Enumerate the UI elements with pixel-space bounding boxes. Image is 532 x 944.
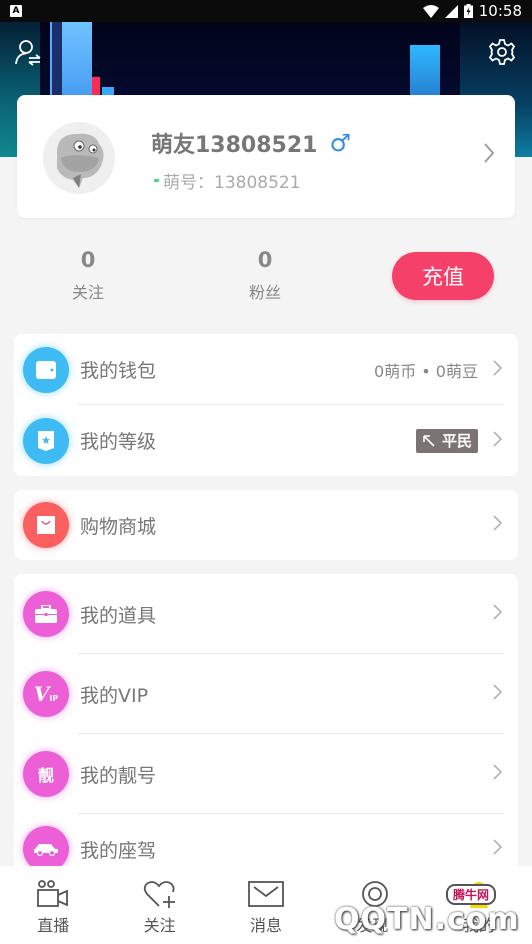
menu-item-wallet[interactable]: 我的钱包 0萌币 • 0萌豆 [14, 334, 518, 405]
nav-tab-live[interactable]: 直播 [0, 866, 106, 944]
level-badge: 平民 [415, 428, 478, 453]
bottom-nav: 直播 关注 消息 发现 我的 [0, 866, 532, 944]
nav-label: 发现 [356, 916, 389, 935]
notification-icon: A [10, 5, 22, 17]
menu-label: 我的钱包 [80, 360, 157, 382]
pretty-number-icon-text: 靓 [37, 766, 54, 785]
chevron-right-icon [493, 839, 503, 859]
chevron-right-icon [493, 430, 503, 451]
settings-button[interactable] [484, 34, 520, 70]
profile-icon [469, 882, 488, 908]
gear-icon [488, 39, 516, 65]
nav-label: 直播 [37, 916, 70, 935]
nav-label: 关注 [143, 916, 176, 935]
online-status-dot [154, 179, 159, 182]
wifi-icon [422, 4, 439, 18]
menu-label: 我的等级 [80, 431, 157, 453]
chevron-right-icon [483, 142, 495, 168]
wallet-icon [23, 346, 69, 393]
status-bar: A 10:58 [0, 0, 532, 22]
recharge-button[interactable]: 充值 [392, 252, 494, 300]
menu-item-shop[interactable]: 购物商城 [14, 490, 518, 560]
menu-item-level[interactable]: 我的等级 平民 [14, 405, 518, 476]
switch-account-button[interactable] [10, 34, 46, 70]
level-badge-icon [23, 417, 69, 464]
profile-card[interactable]: 萌友13808521 ♂ 萌号：13808521 [17, 95, 515, 218]
nav-label: 我的 [462, 916, 495, 935]
menu-label: 我的座驾 [80, 839, 157, 862]
fans-label: 粉丝 [248, 283, 281, 303]
menu-item-props[interactable]: 我的道具 [14, 574, 518, 654]
menu-label: 我的VIP [80, 684, 149, 707]
nav-tab-me[interactable]: 我的 [426, 866, 532, 944]
menu-label: 我的道具 [80, 604, 157, 627]
nav-tab-messages[interactable]: 消息 [213, 866, 319, 944]
shopping-bag-icon [23, 502, 69, 548]
avatar[interactable] [43, 122, 115, 194]
stats-row: 0 关注 0 粉丝 充值 [0, 248, 532, 308]
follow-count: 0 [80, 248, 96, 272]
menu-label: 我的靓号 [80, 764, 157, 787]
battery-charging-icon [463, 4, 473, 18]
fans-stat[interactable]: 0 粉丝 [220, 248, 310, 303]
discover-icon [362, 881, 389, 907]
vip-icon-letter: V [33, 682, 50, 706]
chevron-right-icon [493, 359, 503, 380]
menu-label: 购物商城 [80, 515, 157, 538]
wallet-balance: 0萌币 • 0萌豆 [374, 361, 478, 381]
follow-label: 关注 [71, 283, 104, 303]
menu-item-pretty-number[interactable]: 靓 我的靓号 [14, 734, 518, 814]
pretty-number-icon: 靓 [23, 751, 69, 797]
menu-group-shop: 购物商城 [14, 490, 518, 560]
male-gender-icon: ♂ [329, 129, 351, 157]
envelope-icon [248, 881, 284, 907]
pickaxe-icon [423, 434, 435, 447]
cellular-signal-icon [444, 4, 458, 18]
level-badge-wrap: 平民 [415, 428, 478, 453]
user-id: 萌号：13808521 [163, 173, 301, 193]
heart-plus-icon [143, 881, 175, 908]
chevron-right-icon [493, 764, 503, 784]
chevron-right-icon [493, 515, 503, 535]
menu-group-account: 我的钱包 0萌币 • 0萌豆 我的等级 平民 [14, 334, 518, 476]
hippo-avatar-icon [43, 122, 115, 194]
level-name: 平民 [441, 432, 472, 450]
menu-item-vip[interactable]: V IP 我的VIP [14, 654, 518, 734]
menu-group-items: 我的道具 V IP 我的VIP 靓 我的靓号 我的座驾 [14, 574, 518, 884]
clock: 10:58 [478, 2, 522, 20]
nav-tab-discover[interactable]: 发现 [319, 866, 425, 944]
vip-icon: V IP [23, 671, 69, 717]
toolbox-icon [23, 591, 69, 637]
video-camera-icon [37, 880, 69, 907]
vip-icon-sub: IP [49, 693, 59, 703]
nav-label: 消息 [250, 916, 283, 935]
chevron-right-icon [493, 604, 503, 624]
fans-count: 0 [257, 248, 273, 272]
switch-account-icon [15, 40, 41, 66]
nav-tab-follow[interactable]: 关注 [106, 866, 212, 944]
nickname: 萌友13808521 [151, 133, 318, 158]
chevron-right-icon [493, 684, 503, 704]
follow-stat[interactable]: 0 关注 [43, 248, 133, 303]
